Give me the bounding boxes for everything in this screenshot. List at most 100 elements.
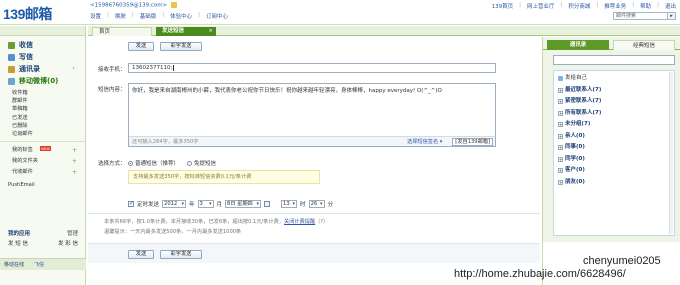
contact-self[interactable]: 发给自己: [558, 73, 674, 85]
nav-subscribe[interactable]: 订阅中心: [206, 12, 228, 20]
expand-icon[interactable]: +: [558, 122, 563, 128]
billing-line-2: 温馨提示：一天内最多发送500条，一月内最多发送1000条: [104, 229, 242, 235]
folder-drafts[interactable]: 草稿箱: [12, 105, 85, 113]
send-button-bottom[interactable]: 发送: [128, 250, 154, 259]
day-select[interactable]: 8日 星期四: [225, 200, 262, 208]
folder-inbox[interactable]: 收件箱: [12, 89, 85, 97]
contact-group[interactable]: + 同学(0): [558, 154, 674, 166]
list-item-label: 客户(0): [565, 167, 585, 173]
add-icon[interactable]: +: [72, 156, 77, 167]
folder-group-mail[interactable]: 群邮件: [12, 97, 85, 105]
year-select[interactable]: 2012: [162, 200, 187, 208]
link-recommend[interactable]: 推荐业务: [604, 2, 626, 10]
sidebar-main: 收信 写信 通讯录 • 移动微博(0): [0, 36, 85, 87]
recipient-value: 13602377110;: [132, 65, 173, 71]
contact-group[interactable]: + 所有联系人(7): [558, 108, 674, 120]
tab-send-sms[interactable]: 发送短信 ×: [156, 27, 216, 36]
tab-contacts[interactable]: 通讯录: [547, 40, 609, 50]
expand-icon[interactable]: +: [558, 87, 563, 93]
nav-skin[interactable]: 换肤: [115, 12, 126, 20]
calendar-icon[interactable]: [264, 201, 271, 207]
folder-sent[interactable]: 已发送: [12, 114, 85, 122]
billing-text: 本条共66字，按1.0条计费，本月接收30条，已发6条，超出按0.1元/条计费，: [104, 219, 285, 225]
vip-badge-icon: [170, 2, 177, 8]
close-icon[interactable]: ×: [208, 27, 213, 36]
link-online-hall[interactable]: 网上营业厅: [527, 2, 555, 10]
tab-classic-sms[interactable]: 经典短信: [613, 40, 675, 50]
mode-hint: 支持最多发送350字，按标准短信资费0.1元/条计费: [128, 170, 320, 184]
link-help[interactable]: 帮助: [640, 2, 651, 10]
expand-icon[interactable]: +: [558, 179, 563, 185]
contact-group[interactable]: + 亲人(0): [558, 131, 674, 143]
close-billing-reminder-link[interactable]: 关闭计费提醒: [284, 219, 315, 225]
send-button-top[interactable]: 发送: [128, 42, 154, 51]
expand-icon[interactable]: +: [558, 168, 563, 174]
nav-basic[interactable]: 基础版: [140, 12, 157, 20]
group-collect-mail[interactable]: 代收邮件 +: [12, 167, 85, 178]
app-send-sms[interactable]: 发 短 信: [8, 239, 28, 249]
folder-deleted[interactable]: 已删除: [12, 122, 85, 130]
mms-send-button-top[interactable]: 彩字发送: [160, 42, 202, 51]
add-icon[interactable]: +: [72, 167, 77, 178]
recipient-input[interactable]: 13602377110;: [128, 63, 496, 73]
search-icon[interactable]: ▸: [668, 12, 676, 20]
expand-icon[interactable]: +: [558, 133, 563, 139]
expand-icon[interactable]: +: [558, 156, 563, 162]
sidebar-top: [0, 26, 85, 36]
sidebar-item-contacts[interactable]: 通讯录 •: [8, 63, 85, 75]
watermark-url: http://home.zhubajie.com/6628496/: [454, 268, 626, 280]
link-points-mall[interactable]: 积分商城: [568, 2, 590, 10]
month-unit: 月: [216, 202, 223, 208]
mms-send-button-bottom[interactable]: 彩字发送: [160, 250, 202, 259]
radio-normal[interactable]: [128, 161, 133, 166]
nav-settings[interactable]: 设置: [90, 12, 101, 20]
tab-home[interactable]: 首页: [92, 27, 152, 36]
mode-normal-option[interactable]: 普通短信（推荐）: [128, 159, 179, 167]
message-textarea[interactable]: 你好，我是来自湖南郴州的小薛，我代表你老公祝你节日快乐！祝你越来越年轻漂亮，身体…: [128, 83, 496, 147]
contact-group[interactable]: + 同事(0): [558, 142, 674, 154]
folder-spam[interactable]: 垃圾邮件: [12, 130, 85, 138]
contact-group[interactable]: + 未分组(7): [558, 119, 674, 131]
message-text: 你好，我是来自湖南郴州的小薛，我代表你老公祝你节日快乐！祝你越来越年轻漂亮，身体…: [132, 88, 442, 94]
scheduled-checkbox[interactable]: [128, 200, 134, 207]
expand-icon[interactable]: +: [558, 110, 563, 116]
add-icon[interactable]: +: [72, 145, 77, 156]
billing-help[interactable]: （?）: [315, 219, 328, 225]
sidebar-item-inbox[interactable]: 收信: [8, 39, 85, 51]
char-counter: 还可输入284字，最多350字: [132, 139, 199, 145]
scheduled-send: 定时发送 2012 年 3 月 8日 星期四 13 时 26 分: [128, 200, 333, 208]
contact-group[interactable]: + 紧密联系人(7): [558, 96, 674, 108]
manage-apps-link[interactable]: 管理: [67, 229, 78, 239]
sidebar-item-weibo[interactable]: 移动微博(0): [8, 75, 85, 87]
contact-group[interactable]: + 朋友(0): [558, 177, 674, 189]
group-my-folders[interactable]: 我的文件夹 +: [12, 156, 85, 167]
nav-experience[interactable]: 体验中心: [170, 12, 192, 20]
contact-search-input[interactable]: [553, 55, 675, 65]
expand-icon[interactable]: +: [558, 99, 563, 105]
link-139-home[interactable]: 139首页: [492, 2, 514, 10]
expand-icon[interactable]: +: [558, 145, 563, 151]
online-status[interactable]: 移动在线: [4, 262, 24, 268]
radio-free[interactable]: [187, 161, 193, 166]
group-my-tags[interactable]: 我的标签 NEW +: [12, 145, 85, 156]
search-input[interactable]: 邮件搜索: [613, 12, 668, 20]
mode-free-option[interactable]: 免提短信: [187, 159, 216, 167]
hour-select[interactable]: 13: [281, 200, 298, 208]
logo[interactable]: 139邮箱: [3, 4, 83, 22]
contact-group[interactable]: + 客户(0): [558, 165, 674, 177]
divider: [88, 213, 540, 214]
contact-list-scrollbar[interactable]: [669, 72, 673, 234]
sidebar-item-write[interactable]: 写信: [8, 51, 85, 63]
minute-select[interactable]: 26: [308, 200, 325, 208]
contacts-tabs: 通讯录 经典短信: [543, 39, 680, 50]
fetion-link[interactable]: 飞信: [34, 259, 44, 271]
contact-group[interactable]: + 最近联系人(7): [558, 85, 674, 97]
signature-select[interactable]: 选择短信签名 ▾: [407, 138, 442, 146]
app-send-mms[interactable]: 发 彩 信: [58, 239, 78, 249]
month-select[interactable]: 3: [197, 200, 214, 208]
link-logout[interactable]: 退出: [665, 2, 676, 10]
message-footer: 还可输入284字，最多350字 选择短信签名 ▾ [发自139邮箱]: [129, 136, 495, 146]
push-email-link[interactable]: PushEmail: [0, 178, 85, 188]
from-suffix-select[interactable]: [发自139邮箱]: [452, 138, 493, 146]
billing-line-1: 本条共66字，按1.0条计费，本月接收30条，已发6条，超出按0.1元/条计费，…: [104, 217, 328, 227]
